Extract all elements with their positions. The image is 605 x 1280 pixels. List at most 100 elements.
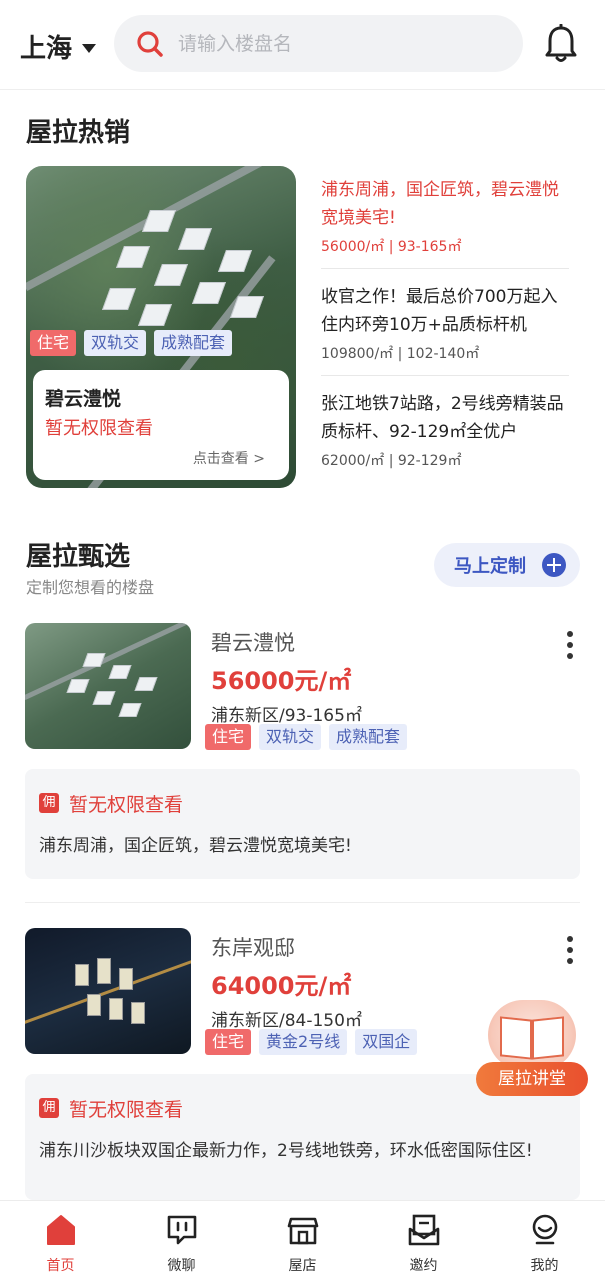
invite-icon	[407, 1213, 441, 1247]
hot-card-name: 碧云澧悦	[45, 388, 122, 410]
tag-residential: 住宅	[205, 1029, 252, 1055]
building-shape	[101, 288, 137, 310]
building-shape	[137, 304, 173, 326]
select-section-subtitle: 定制您想看的楼盘	[26, 578, 155, 597]
tag-amenities: 成熟配套	[329, 724, 408, 750]
building-shape	[131, 1002, 145, 1024]
building-shape	[115, 246, 151, 268]
hot-list-item[interactable]: 收官之作！最后总价700万起入住内环旁10万+品质标杆机 109800/㎡ | …	[321, 283, 569, 363]
divider	[321, 268, 569, 269]
lecture-float-button[interactable]: 屋拉讲堂	[476, 996, 588, 1100]
building-shape	[66, 679, 90, 693]
hot-card-permission: 暂无权限查看	[45, 418, 153, 439]
city-label: 上海	[20, 34, 73, 64]
listing-thumbnail[interactable]	[25, 623, 191, 749]
tag-transit: 双轨交	[84, 330, 147, 356]
book-page-shape	[532, 1016, 564, 1060]
notice-text: 浦东周浦，国企匠筑，碧云澧悦宽境美宅!	[39, 836, 352, 856]
book-page-shape	[500, 1016, 532, 1060]
listing-tags: 住宅 双轨交 成熟配套	[205, 724, 408, 750]
book-icon	[488, 1000, 576, 1070]
listing-notice: 佣 暂无权限查看 浦东周浦，国企匠筑，碧云澧悦宽境美宅!	[25, 769, 580, 879]
bell-icon[interactable]	[543, 23, 579, 64]
view-details-link[interactable]: 点击查看 >	[193, 448, 265, 468]
hot-list: 浦东周浦，国企匠筑，碧云澧悦宽境美宅! 56000/㎡ | 93-165㎡ 收官…	[321, 176, 569, 470]
building-shape	[87, 994, 101, 1016]
building-shape	[108, 665, 132, 679]
hot-item-price: 56000/㎡ | 93-165㎡	[321, 239, 462, 255]
nav-profile[interactable]: 我的	[484, 1201, 605, 1280]
search-input[interactable]	[178, 32, 498, 55]
nav-label: 微聊	[167, 1258, 196, 1274]
nav-label: 首页	[46, 1258, 75, 1274]
hot-section-title: 屋拉热销	[26, 118, 131, 148]
tag-state-owned: 双国企	[355, 1029, 418, 1055]
notice-title: 暂无权限查看	[69, 1099, 184, 1121]
listing-tags: 住宅 黄金2号线 双国企	[205, 1029, 418, 1055]
commission-badge: 佣	[39, 793, 59, 813]
road-shape	[25, 623, 191, 701]
nav-label: 我的	[530, 1258, 559, 1274]
customize-button[interactable]: 马上定制	[434, 543, 580, 587]
nav-invite[interactable]: 邀约	[363, 1201, 484, 1280]
building-shape	[75, 964, 89, 986]
building-shape	[118, 703, 142, 717]
listing-card[interactable]: 碧云澧悦 56000元/㎡ 浦东新区/93-165㎡ 住宅 双轨交 成熟配套 佣…	[0, 623, 605, 893]
building-shape	[82, 653, 106, 667]
search-icon	[136, 30, 164, 58]
select-section-title: 屋拉甄选	[26, 542, 131, 572]
building-shape	[153, 264, 189, 286]
nav-chat[interactable]: 微聊	[121, 1201, 242, 1280]
hot-item-price: 109800/㎡ | 102-140㎡	[321, 346, 480, 362]
search-bar[interactable]	[114, 15, 523, 72]
building-shape	[217, 250, 253, 272]
profile-icon	[528, 1213, 562, 1247]
nav-store[interactable]: 屋店	[242, 1201, 363, 1280]
hot-item-title: 浦东周浦，国企匠筑，碧云澧悦宽境美宅!	[321, 180, 559, 228]
listing-price: 64000元/㎡	[211, 972, 352, 1000]
building-shape	[97, 958, 111, 984]
store-icon	[286, 1213, 320, 1247]
listing-area: 浦东新区/84-150㎡	[211, 1011, 362, 1031]
more-options-icon[interactable]	[564, 631, 576, 661]
tag-amenities: 成熟配套	[154, 330, 233, 356]
divider	[25, 902, 580, 903]
city-selector[interactable]: 上海	[20, 28, 97, 65]
hot-item-title: 收官之作！最后总价700万起入住内环旁10万+品质标杆机	[321, 287, 558, 335]
building-shape	[191, 282, 227, 304]
hot-item-price: 62000/㎡ | 92-129㎡	[321, 453, 462, 469]
tag-residential: 住宅	[30, 330, 77, 356]
notice-text: 浦东川沙板块双国企最新力作，2号线地铁旁，环水低密国际住区!	[39, 1141, 533, 1161]
hot-card-info: 碧云澧悦 暂无权限查看 点击查看 >	[33, 370, 289, 480]
hot-item-title: 张江地铁7站路，2号线旁精装品质标杆、92-129㎡全优户	[321, 394, 564, 442]
building-shape	[109, 998, 123, 1020]
hot-card-tags: 住宅 双轨交 成熟配套	[30, 330, 233, 356]
chat-icon	[165, 1213, 199, 1247]
tag-residential: 住宅	[205, 724, 252, 750]
notice-title: 暂无权限查看	[69, 794, 184, 816]
nav-label: 邀约	[409, 1258, 438, 1274]
listing-name: 东岸观邸	[211, 936, 295, 960]
home-icon	[44, 1213, 78, 1247]
lecture-label: 屋拉讲堂	[476, 1062, 588, 1096]
hot-list-item[interactable]: 浦东周浦，国企匠筑，碧云澧悦宽境美宅! 56000/㎡ | 93-165㎡	[321, 176, 569, 256]
nav-home[interactable]: 首页	[0, 1201, 121, 1280]
building-shape	[92, 691, 116, 705]
plus-icon	[542, 553, 566, 577]
building-shape	[141, 210, 177, 232]
listing-name: 碧云澧悦	[211, 631, 295, 655]
building-shape	[119, 968, 133, 990]
listing-thumbnail[interactable]	[25, 928, 191, 1054]
hot-list-item[interactable]: 张江地铁7站路，2号线旁精装品质标杆、92-129㎡全优户 62000/㎡ | …	[321, 390, 569, 470]
divider	[321, 375, 569, 376]
caret-down-icon	[82, 43, 97, 53]
commission-badge: 佣	[39, 1098, 59, 1118]
listing-area: 浦东新区/93-165㎡	[211, 706, 362, 726]
tag-transit: 双轨交	[259, 724, 322, 750]
hot-feature-card[interactable]: 住宅 双轨交 成熟配套 碧云澧悦 暂无权限查看 点击查看 >	[26, 166, 296, 488]
tag-metro: 黄金2号线	[259, 1029, 348, 1055]
customize-label: 马上定制	[454, 556, 526, 577]
more-options-icon[interactable]	[564, 936, 576, 966]
nav-label: 屋店	[288, 1258, 317, 1274]
bottom-nav: 首页 微聊 屋店 邀约 我的	[0, 1200, 605, 1280]
